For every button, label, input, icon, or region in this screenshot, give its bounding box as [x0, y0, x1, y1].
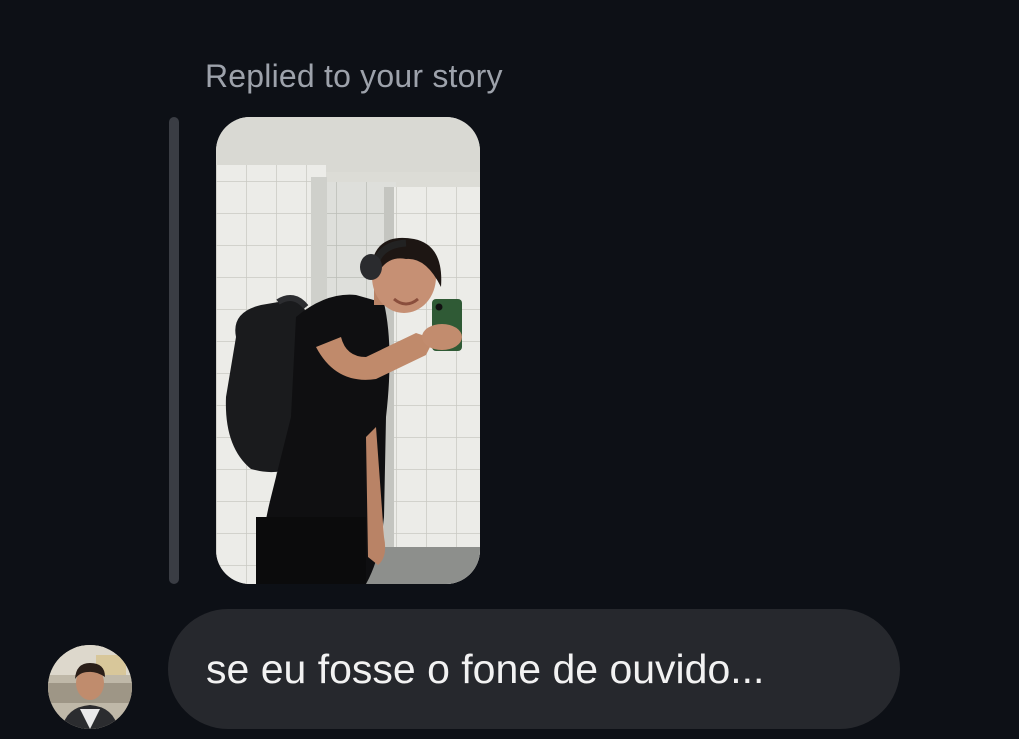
- reply-indicator-bar: [169, 117, 179, 584]
- story-thumbnail[interactable]: [216, 117, 480, 584]
- message-bubble[interactable]: se eu fosse o fone de ouvido...: [168, 609, 900, 729]
- dm-thread: Replied to your story se eu fosse o fone…: [0, 0, 1019, 739]
- story-photo: [216, 117, 480, 584]
- replied-to-story-caption: Replied to your story: [205, 58, 503, 94]
- message-text: se eu fosse o fone de ouvido...: [206, 645, 765, 692]
- avatar-photo: [48, 645, 132, 729]
- sender-avatar[interactable]: [48, 645, 132, 729]
